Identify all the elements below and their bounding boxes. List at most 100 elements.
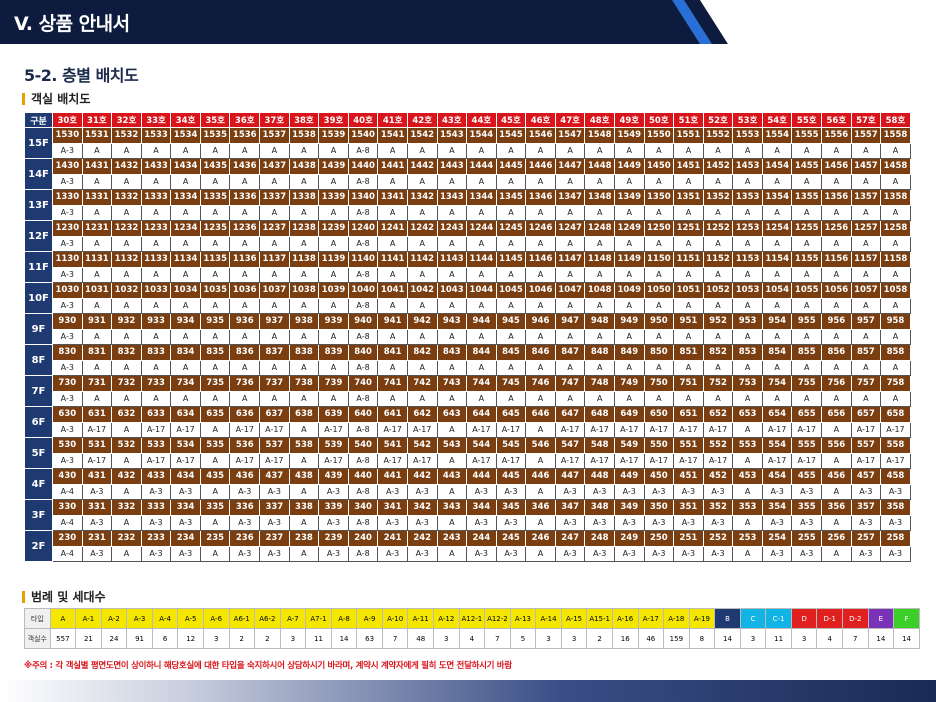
room-type-cell: A-17 — [406, 421, 438, 438]
room-number-cell: 350 — [643, 499, 675, 516]
room-type-cell: A — [821, 483, 852, 500]
room-type-cell: A-3 — [259, 545, 290, 562]
legend-type-swatch: A-12 — [433, 608, 460, 629]
room-type-cell: A — [495, 359, 527, 376]
room-number-cell: 1441 — [377, 158, 408, 175]
column-header: 46호 — [525, 112, 556, 128]
room-type-cell: A — [821, 421, 852, 438]
room-number-cell: 740 — [347, 375, 379, 392]
room-number-cell: 1544 — [466, 127, 497, 144]
legend-type-swatch: A-8 — [330, 608, 358, 629]
column-header: 51호 — [673, 112, 704, 128]
room-number-cell: 1241 — [377, 220, 408, 237]
room-number-cell: 750 — [643, 375, 675, 392]
room-type-cell: A-3 — [761, 514, 793, 531]
room-type-cell: A — [613, 235, 645, 252]
legend-type-swatch: A-5 — [177, 608, 204, 629]
column-header: 52호 — [702, 112, 734, 128]
room-number-cell: 1533 — [140, 127, 172, 144]
room-type-cell: A — [673, 204, 704, 221]
room-number-cell: 1153 — [732, 251, 763, 268]
room-number-cell: 1556 — [821, 127, 852, 144]
room-type-cell: A — [81, 266, 113, 283]
room-type-cell: A — [111, 421, 142, 438]
room-type-cell: A — [761, 297, 793, 314]
legend-count-cell: 3 — [279, 628, 307, 649]
room-type-cell: A-17 — [791, 421, 823, 438]
room-number-cell: 655 — [791, 406, 823, 423]
room-number-cell: 1330 — [52, 189, 83, 206]
room-type-cell: A — [466, 204, 497, 221]
room-number-cell: 635 — [199, 406, 231, 423]
room-number-cell: 1234 — [170, 220, 201, 237]
room-type-cell: A-17 — [880, 452, 911, 469]
room-type-cell: A-3 — [81, 483, 113, 500]
room-type-cell: A — [140, 204, 172, 221]
room-type-cell: A — [259, 359, 290, 376]
room-number-cell: 337 — [259, 499, 290, 516]
room-type-cell: A — [554, 266, 586, 283]
legend-count-cell: 4 — [816, 628, 843, 649]
room-type-cell: A — [436, 173, 468, 190]
room-number-cell: 1353 — [732, 189, 763, 206]
room-type-cell: A — [702, 359, 734, 376]
room-type-cell: A — [821, 390, 852, 407]
room-number-cell: 1435 — [199, 158, 231, 175]
room-number-cell: 556 — [821, 437, 852, 454]
room-number-cell: 849 — [613, 344, 645, 361]
room-type-cell: A-17 — [761, 452, 793, 469]
room-type-cell: A — [111, 297, 142, 314]
room-type-cell: A-3 — [643, 483, 675, 500]
room-type-cell: A — [229, 359, 261, 376]
room-number-cell: 757 — [850, 375, 882, 392]
room-number-cell: 1032 — [111, 282, 142, 299]
room-type-cell: A-3 — [791, 483, 823, 500]
room-type-cell: A — [732, 204, 763, 221]
legend-count-cell: 8 — [688, 628, 716, 649]
room-number-cell: 654 — [761, 406, 793, 423]
room-type-cell: A — [643, 266, 675, 283]
room-number-cell: 1354 — [761, 189, 793, 206]
room-type-cell: A-17 — [880, 421, 911, 438]
column-header: 50호 — [643, 112, 675, 128]
column-header: 58호 — [880, 112, 911, 128]
legend-type-swatch: C — [739, 608, 767, 629]
section-title: 5-2. 층별 배치도 — [24, 66, 139, 85]
room-number-cell: 738 — [288, 375, 320, 392]
legend-type-swatch: A-11 — [407, 608, 434, 629]
room-number-cell: 745 — [495, 375, 527, 392]
room-type-cell: A — [791, 235, 823, 252]
room-type-cell: A-3 — [52, 173, 83, 190]
room-number-cell: 351 — [673, 499, 704, 516]
room-number-cell: 1334 — [170, 189, 201, 206]
floor-label: 2F — [24, 530, 53, 562]
room-number-cell: 1049 — [613, 282, 645, 299]
room-type-cell: A-17 — [377, 452, 408, 469]
room-number-cell: 1336 — [229, 189, 261, 206]
room-type-cell: A — [643, 390, 675, 407]
room-number-cell: 440 — [347, 468, 379, 485]
room-number-cell: 836 — [229, 344, 261, 361]
room-type-cell: A-3 — [584, 514, 615, 531]
room-type-cell: A — [170, 328, 201, 345]
room-type-cell: A — [466, 297, 497, 314]
room-type-cell: A — [850, 359, 882, 376]
room-number-cell: 248 — [584, 530, 615, 547]
room-number-cell: 541 — [377, 437, 408, 454]
legend-count-cell: 24 — [100, 628, 128, 649]
room-type-cell: A — [377, 235, 408, 252]
room-number-cell: 651 — [673, 406, 704, 423]
room-number-cell: 543 — [436, 437, 468, 454]
column-header: 54호 — [761, 112, 793, 128]
room-number-cell: 1156 — [821, 251, 852, 268]
room-type-cell: A — [613, 297, 645, 314]
room-type-cell: A — [791, 359, 823, 376]
legend-type-swatch: A-4 — [151, 608, 179, 629]
room-type-cell: A-3 — [170, 545, 201, 562]
room-number-cell: 348 — [584, 499, 615, 516]
room-type-cell: A — [259, 266, 290, 283]
room-number-cell: 1438 — [288, 158, 320, 175]
room-number-cell: 532 — [111, 437, 142, 454]
room-type-cell: A-3 — [318, 545, 349, 562]
legend-count-cell: 91 — [126, 628, 153, 649]
